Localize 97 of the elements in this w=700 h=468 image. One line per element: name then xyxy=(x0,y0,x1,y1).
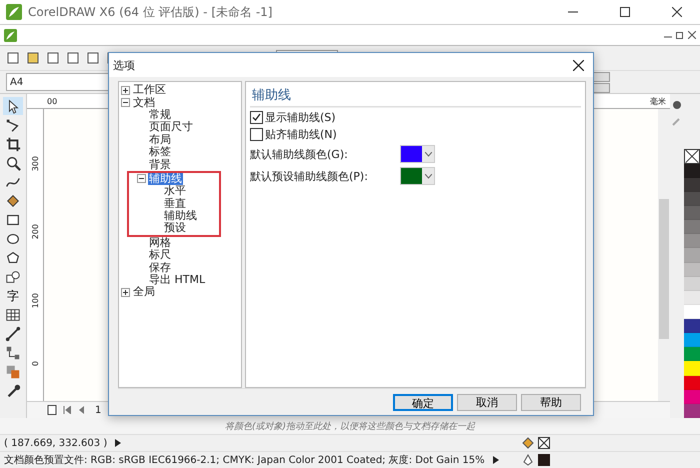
restore-icon[interactable] xyxy=(676,31,684,39)
ruler-label: 100 xyxy=(30,292,40,308)
color-swatch[interactable] xyxy=(684,248,700,263)
first-page-icon[interactable] xyxy=(63,406,71,414)
color-swatch[interactable] xyxy=(684,206,700,220)
checkbox-label: 显示辅助线(S) xyxy=(265,110,336,125)
expand-arrow-icon[interactable] xyxy=(492,456,499,464)
color-swatch[interactable] xyxy=(684,290,700,305)
field-label: 默认预设辅助线颜色(P): xyxy=(250,168,369,184)
tree-item[interactable]: 页面尺寸 xyxy=(148,121,194,134)
color-swatch[interactable] xyxy=(684,192,700,206)
color-swatch[interactable] xyxy=(684,390,700,404)
text-tool-button[interactable]: 字 xyxy=(3,287,23,305)
tree-item[interactable]: 标尺 xyxy=(148,249,172,262)
color-profile-text: 文档颜色预置文件: RGB: sRGB IEC61966-2.1; CMYK: Japan Color 2001 Coated; 灰度: Dot Gain 15% xyxy=(4,454,485,467)
shapes-icon xyxy=(5,269,21,285)
app-logo-icon xyxy=(4,28,17,42)
dimension-icon xyxy=(5,326,21,342)
outline-color-icon xyxy=(538,454,550,466)
maximize-icon[interactable] xyxy=(620,7,630,17)
color-swatch[interactable] xyxy=(684,404,700,418)
ruler-unit: 毫米 xyxy=(650,96,666,106)
color-swatch[interactable] xyxy=(684,164,700,178)
tree-item[interactable]: 常规 xyxy=(148,108,172,121)
tree-item[interactable]: 网格 xyxy=(148,236,172,249)
ruler-label: 300 xyxy=(30,156,40,171)
expand-icon[interactable] xyxy=(121,288,130,297)
add-page-icon[interactable] xyxy=(47,405,57,415)
checkbox[interactable] xyxy=(250,128,263,141)
ruler-label: 00 xyxy=(47,96,58,106)
tree-item[interactable]: 辅助线 xyxy=(148,172,183,185)
fill-icon xyxy=(5,193,21,209)
tree-item[interactable]: 全局 xyxy=(132,286,156,298)
tree-item[interactable]: 布局 xyxy=(148,134,172,146)
color-swatch[interactable] xyxy=(684,262,700,277)
tree-item[interactable]: 水平 xyxy=(163,185,187,198)
color-swatch[interactable] xyxy=(684,361,700,376)
color-picker[interactable] xyxy=(400,145,435,163)
blend-icon xyxy=(5,364,21,380)
dialog-button[interactable]: 取消 xyxy=(457,394,517,410)
app-logo-icon xyxy=(6,4,22,20)
dialog-button[interactable]: 确定 xyxy=(393,394,453,410)
window-title: CorelDRAW X6 (64 位 评估版) - [未命名 -1] xyxy=(28,4,274,20)
field-label: 默认辅助线颜色(G): xyxy=(250,146,349,162)
tree-item[interactable]: 背景 xyxy=(148,158,172,171)
document-palette-hint: 将颜色(或对象)拖动至此处，以便将这些颜色与文档存储在一起 xyxy=(0,418,700,434)
crop-icon xyxy=(5,136,21,152)
collapse-icon[interactable] xyxy=(121,98,130,108)
close-icon[interactable] xyxy=(572,60,584,70)
tree-item[interactable]: 垂直 xyxy=(163,198,187,210)
record-icon[interactable] xyxy=(672,100,682,110)
color-swatch[interactable] xyxy=(684,347,700,362)
checkbox-label: 贴齐辅助线(N) xyxy=(265,127,337,142)
chevron-down-icon xyxy=(424,152,432,156)
close-icon[interactable] xyxy=(688,31,696,39)
fill-bucket-icon xyxy=(522,437,534,449)
color-swatch[interactable] xyxy=(684,234,700,248)
color-swatch[interactable] xyxy=(684,220,700,234)
shape-icon xyxy=(5,117,21,133)
dimension-tool-button[interactable] xyxy=(3,325,23,343)
tree-item[interactable]: 辅助线 xyxy=(163,210,198,222)
connector-icon xyxy=(5,345,21,361)
cursor-coordinates: ( 187.669, 332.603 ) xyxy=(4,438,108,448)
no-color-swatch[interactable] xyxy=(684,149,700,164)
dialog-button[interactable]: 帮助 xyxy=(521,394,581,410)
color-swatch[interactable] xyxy=(684,304,700,320)
tree-item[interactable]: 文档 xyxy=(132,96,156,109)
chevron-down-icon xyxy=(424,174,432,178)
zoom-icon xyxy=(5,155,21,171)
close-icon[interactable] xyxy=(672,7,682,17)
eyedropper-icon xyxy=(5,383,21,399)
previous-page-icon[interactable] xyxy=(77,406,85,414)
ruler-label: 0 xyxy=(30,361,40,366)
pen-nib-icon xyxy=(522,454,534,466)
tree-item[interactable]: 保存 xyxy=(148,262,172,274)
collapse-icon[interactable] xyxy=(137,174,146,184)
polygon-icon xyxy=(5,250,21,266)
rectangle-icon xyxy=(5,212,21,228)
no-fill-icon xyxy=(538,437,550,449)
color-swatch[interactable] xyxy=(684,178,700,192)
ruler-label: 200 xyxy=(30,224,40,240)
tree-item[interactable]: 导出 HTML xyxy=(148,274,206,286)
page-number: 1 xyxy=(94,404,102,416)
dialog-title: 选项 xyxy=(113,58,135,72)
ellipse-icon xyxy=(5,231,21,247)
tree-item[interactable]: 标签 xyxy=(148,146,172,158)
color-picker[interactable] xyxy=(400,167,435,185)
color-swatch[interactable] xyxy=(684,276,700,291)
pointer-tool-button[interactable] xyxy=(3,97,23,115)
table-icon xyxy=(5,307,21,323)
tree-item[interactable]: 预设 xyxy=(163,222,187,234)
color-swatch[interactable] xyxy=(684,333,700,348)
color-swatch[interactable] xyxy=(684,376,700,390)
checkbox[interactable] xyxy=(250,111,263,124)
expand-icon[interactable] xyxy=(121,86,130,95)
color-swatch[interactable] xyxy=(684,319,700,334)
expand-arrow-icon[interactable] xyxy=(115,439,122,447)
